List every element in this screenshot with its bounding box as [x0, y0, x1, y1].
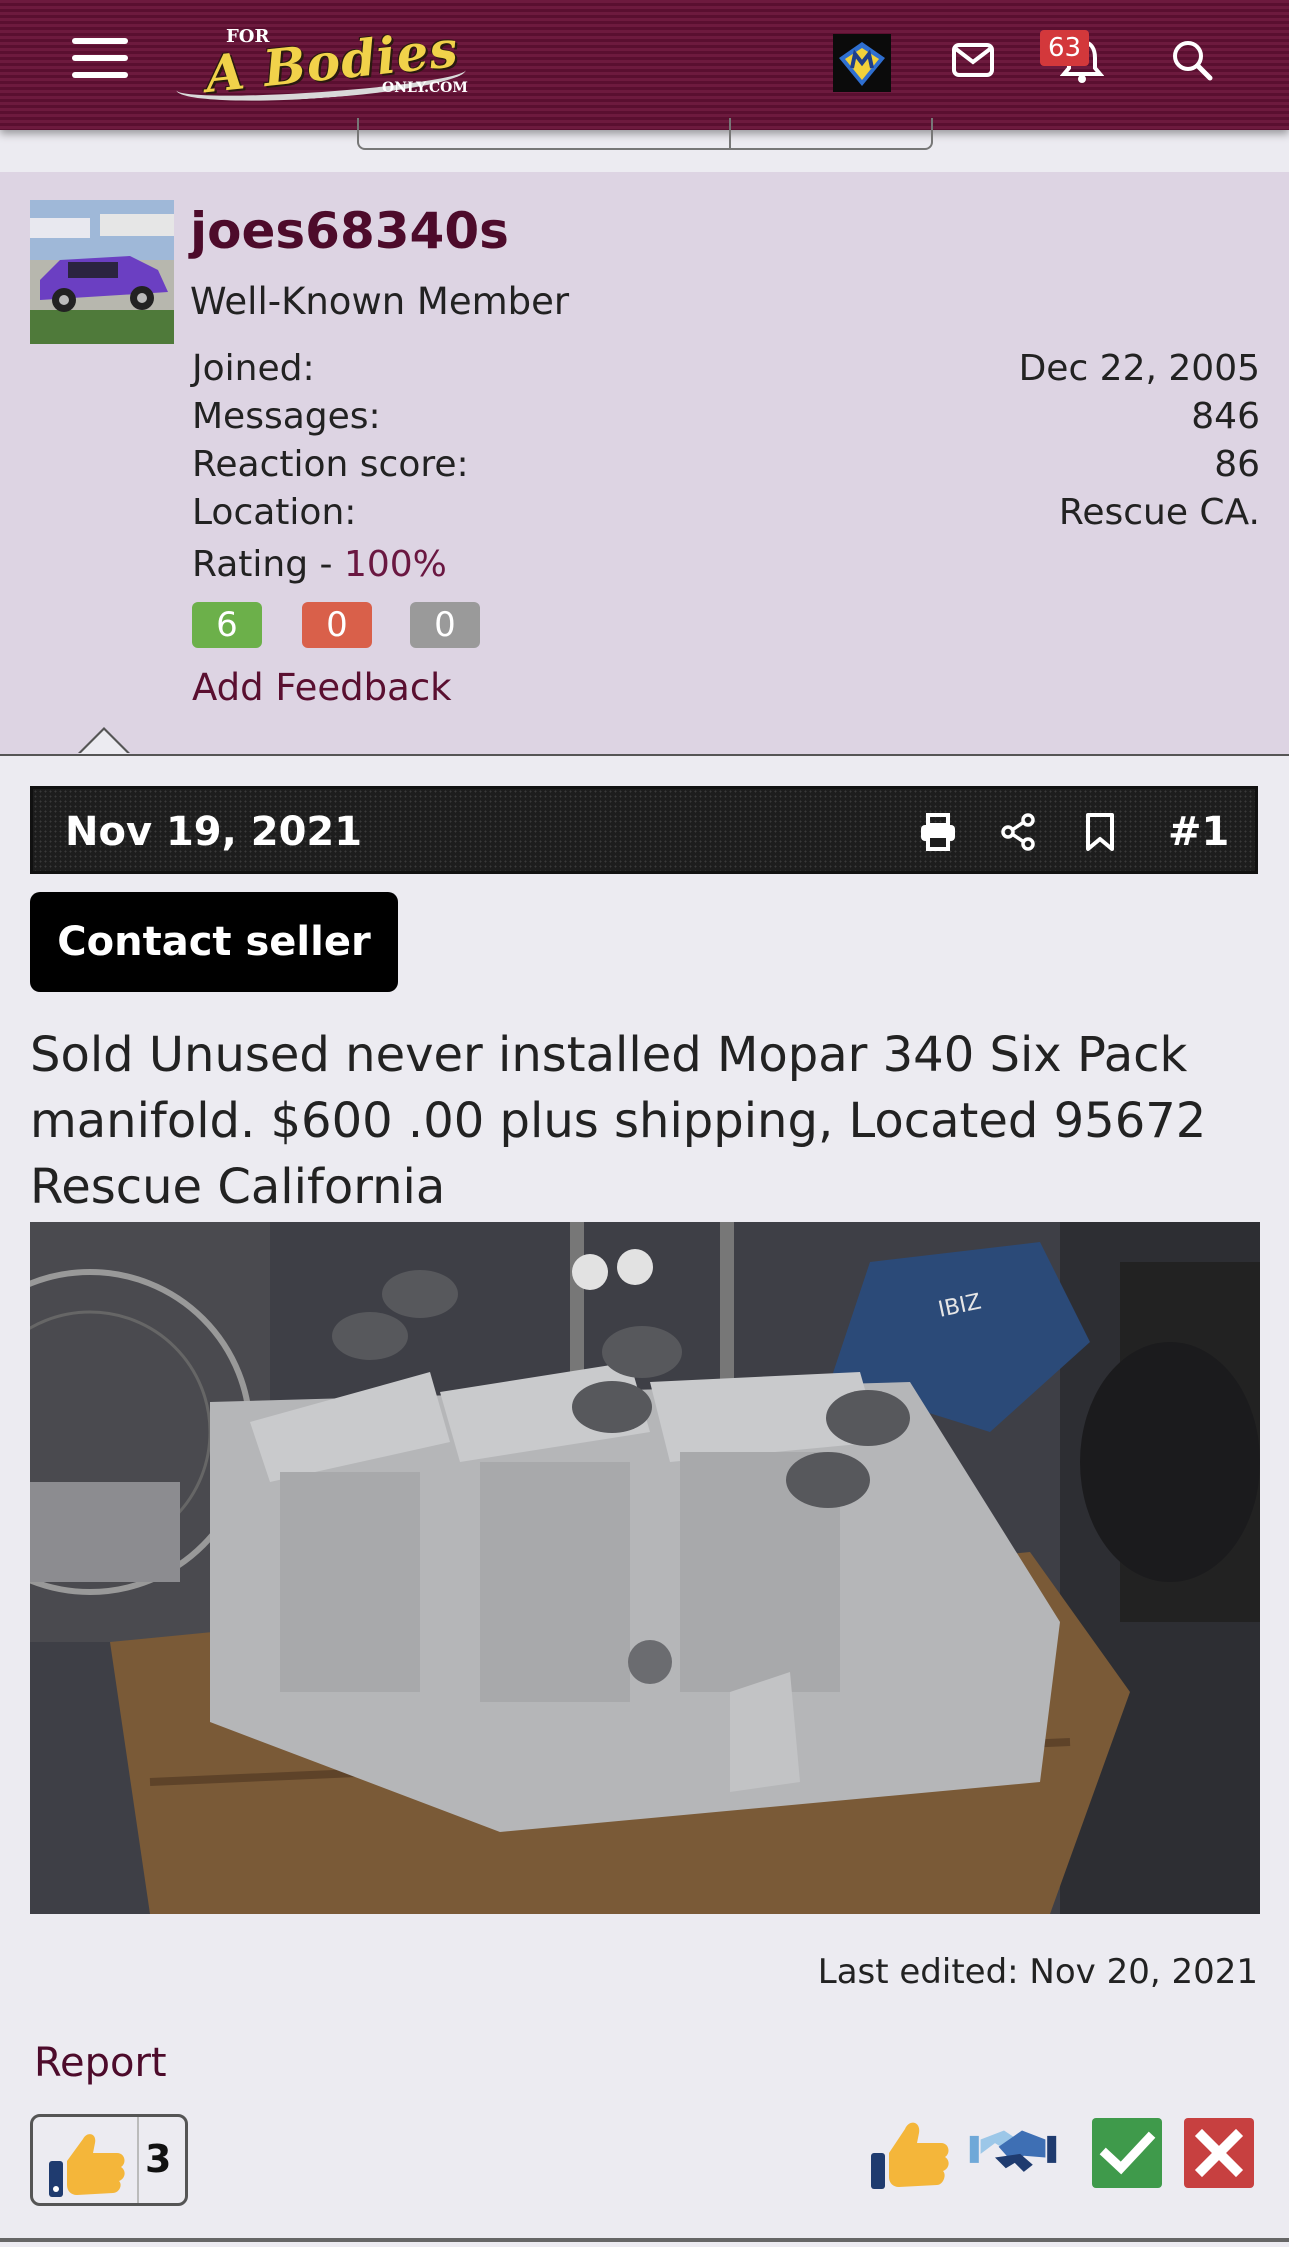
post-date[interactable]: Nov 19, 2021 [65, 809, 362, 855]
post-attachment-image[interactable]: IBIZ [30, 1222, 1260, 1914]
contact-seller-button[interactable]: Contact seller [30, 892, 398, 992]
deal-icon[interactable] [968, 2108, 1058, 2198]
bookmark-icon[interactable] [1075, 807, 1125, 857]
like-icon[interactable] [864, 2108, 954, 2198]
stat-messages: Messages: 846 [192, 396, 1260, 444]
print-icon[interactable] [913, 807, 963, 857]
stat-label: Joined: [192, 348, 315, 389]
check-icon[interactable] [1082, 2108, 1172, 2198]
stat-value: 846 [1191, 396, 1260, 437]
panel-pointer [78, 727, 130, 754]
report-link[interactable]: Report [34, 2040, 167, 2086]
menu-icon[interactable] [72, 38, 128, 86]
search-icon[interactable] [1162, 30, 1222, 90]
tab-bar-remnant [357, 118, 933, 150]
reaction-count: 3 [145, 2137, 172, 2181]
mail-icon[interactable] [943, 30, 1003, 90]
stat-reaction-score: Reaction score: 86 [192, 444, 1260, 492]
feedback-negative[interactable]: 0 [302, 602, 372, 648]
divider [0, 2238, 1289, 2242]
post-header: Nov 19, 2021 #1 [30, 786, 1258, 874]
username[interactable]: joes68340s [190, 202, 509, 260]
stat-label: Reaction score: [192, 444, 469, 485]
share-icon[interactable] [993, 807, 1043, 857]
site-logo[interactable]: FOR A Bodies ONLY.COM [170, 14, 470, 114]
stat-location: Location: Rescue CA. [192, 492, 1260, 540]
post-number[interactable]: #1 [1168, 809, 1229, 855]
logo-only-text: ONLY.COM [382, 80, 468, 96]
top-navigation-bar: FOR A Bodies ONLY.COM 63 [0, 0, 1289, 130]
close-icon[interactable] [1174, 2108, 1264, 2198]
feedback-neutral[interactable]: 0 [410, 602, 480, 648]
reaction-summary[interactable]: 3 [30, 2114, 188, 2206]
stat-label: Location: [192, 492, 357, 533]
last-edited-note: Last edited: Nov 20, 2021 [817, 1952, 1258, 1992]
user-avatar[interactable] [30, 200, 174, 344]
post-body-text: Sold Unused never installed Mopar 340 Si… [30, 1027, 1207, 1215]
rating-label: Rating - [192, 544, 344, 585]
user-info-panel: joes68340s Well-Known Member Joined: Dec… [0, 172, 1289, 756]
user-avatar-icon[interactable] [833, 34, 891, 92]
feedback-positive[interactable]: 6 [192, 602, 262, 648]
stat-value: 86 [1214, 444, 1260, 485]
rating: Rating - 100% [192, 544, 447, 585]
notification-badge[interactable]: 63 [1040, 30, 1090, 66]
user-title: Well-Known Member [190, 280, 570, 323]
stat-value: Dec 22, 2005 [1018, 348, 1260, 389]
stat-joined: Joined: Dec 22, 2005 [192, 348, 1260, 396]
rating-percent[interactable]: 100% [344, 544, 447, 585]
stat-label: Messages: [192, 396, 381, 437]
like-icon [49, 2134, 125, 2197]
add-feedback-link[interactable]: Add Feedback [192, 666, 452, 709]
stat-value: Rescue CA. [1058, 492, 1260, 533]
